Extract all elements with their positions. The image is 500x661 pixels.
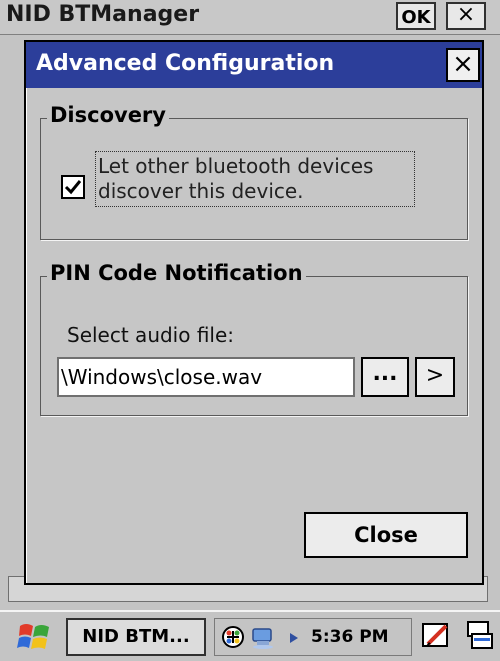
discovery-group: Discovery Let other bluetooth devices di…	[40, 103, 468, 240]
background-close-button[interactable]: ×	[446, 2, 486, 30]
checkmark-icon	[64, 180, 82, 195]
discoverable-checkbox[interactable]	[61, 175, 85, 199]
dialog-titlebar: Advanced Configuration ×	[26, 42, 482, 88]
dialog-title: Advanced Configuration	[36, 51, 335, 76]
background-ok-button[interactable]: OK	[396, 2, 436, 30]
network-icon[interactable]	[251, 625, 283, 649]
advanced-configuration-dialog: Advanced Configuration × Discovery Let o…	[24, 40, 484, 585]
pen-input-icon[interactable]	[420, 620, 452, 652]
browse-audio-button[interactable]: ...	[361, 357, 409, 397]
device-screen: NID BTManager OK × Advanced Configuratio…	[0, 0, 500, 661]
discoverable-checkbox-label[interactable]: Let other bluetooth devices discover thi…	[95, 151, 415, 207]
taskbar: NID BTM... 5:36 PM	[0, 610, 500, 661]
arrow-icon	[290, 633, 298, 643]
clock-time[interactable]: 5:36 PM	[311, 627, 389, 647]
input-panel-icon[interactable]	[466, 620, 494, 652]
audio-file-label: Select audio file:	[67, 323, 235, 347]
audio-file-path-input[interactable]: \Windows\close.wav	[57, 357, 355, 397]
dialog-close-x-button[interactable]: ×	[446, 48, 480, 82]
windows-flag-icon[interactable]	[16, 620, 54, 654]
background-titlebar: NID BTManager OK ×	[0, 0, 500, 35]
background-window-title: NID BTManager	[6, 2, 200, 27]
pin-notification-group-label: PIN Code Notification	[47, 261, 306, 285]
discovery-group-label: Discovery	[47, 103, 169, 127]
system-tray: 5:36 PM	[214, 618, 412, 656]
close-button[interactable]: Close	[304, 512, 468, 558]
pin-notification-group: PIN Code Notification Select audio file:…	[40, 261, 468, 416]
taskbar-app-button[interactable]: NID BTM...	[66, 618, 206, 656]
bluetooth-icon[interactable]	[221, 625, 245, 649]
play-audio-button[interactable]: >	[415, 357, 455, 397]
